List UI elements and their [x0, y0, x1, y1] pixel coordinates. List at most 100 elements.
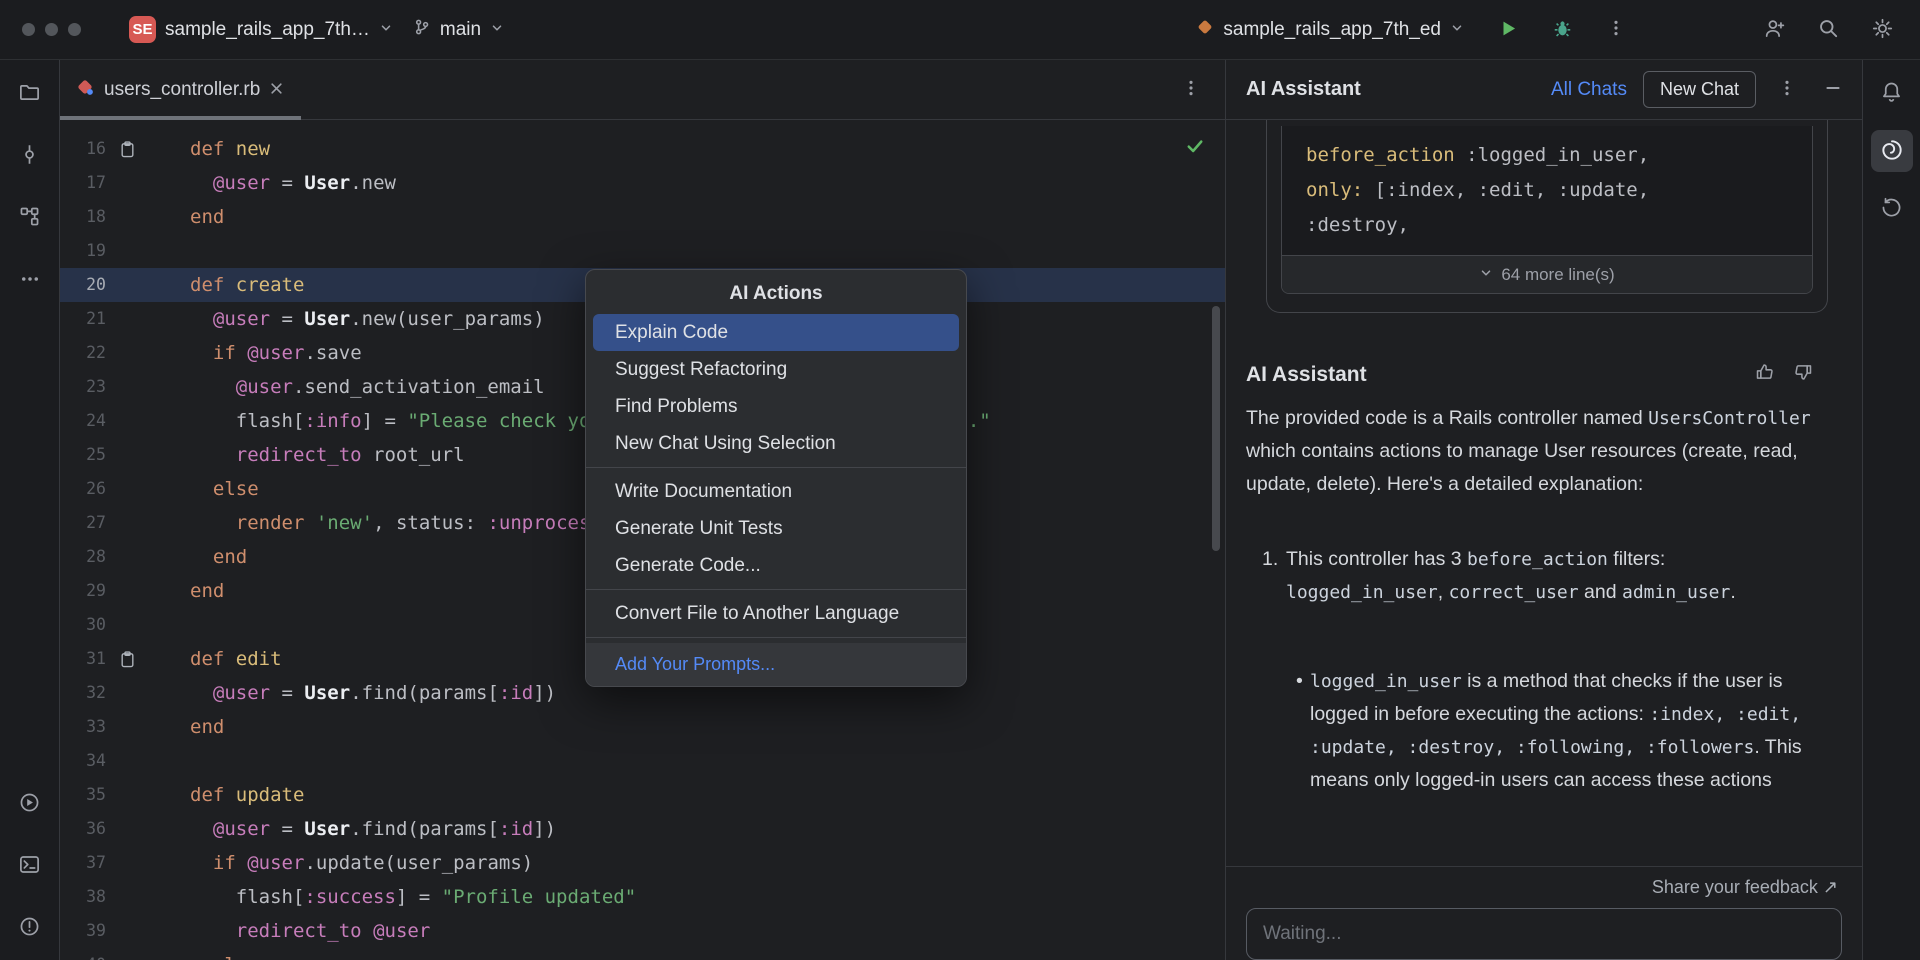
bell-icon	[1880, 80, 1903, 106]
code-line[interactable]: 18 end	[60, 200, 1225, 234]
panel-options-button[interactable]	[1772, 75, 1802, 105]
code-line[interactable]: 17 @user = User.new	[60, 166, 1225, 200]
structure-tool-button[interactable]	[10, 198, 50, 238]
branch-selector[interactable]: main	[403, 11, 514, 49]
line-number: 20	[60, 268, 106, 302]
menu-item-explain-code[interactable]: Explain Code	[593, 314, 959, 351]
bullet-item-text: logged_in_user is a method that checks i…	[1310, 665, 1830, 797]
project-tool-button[interactable]	[10, 74, 50, 114]
all-chats-link[interactable]: All Chats	[1551, 79, 1627, 101]
gutter: 31	[60, 642, 190, 676]
code-with-me-button[interactable]	[1754, 10, 1794, 50]
menu-item-generate-code[interactable]: Generate Code...	[593, 547, 959, 584]
commit-tool-button[interactable]	[10, 136, 50, 176]
settings-button[interactable]	[1862, 10, 1902, 50]
gutter: 16	[60, 132, 190, 166]
chat-input[interactable]: Waiting...	[1246, 908, 1842, 960]
new-chat-button[interactable]: New Chat	[1643, 71, 1756, 108]
inspection-ok-icon[interactable]	[1185, 136, 1205, 161]
editor-pane: users_controller.rb 16def new17 @user = …	[60, 60, 1225, 960]
menu-item-generate-unit-tests[interactable]: Generate Unit Tests	[593, 510, 959, 547]
clipboard-gutter-icon[interactable]	[106, 141, 148, 158]
code-line[interactable]: 16def new	[60, 132, 1225, 166]
code-text: if @user.update(user_params)	[190, 846, 1225, 880]
inline-code: logged_in_user	[1286, 582, 1438, 603]
run-tool-button[interactable]	[10, 784, 50, 824]
menu-item-add-your-prompts[interactable]: Add Your Prompts...	[586, 643, 966, 686]
thumbs-down-icon[interactable]	[1792, 361, 1814, 388]
menu-divider	[586, 589, 966, 590]
more-tool-windows-button[interactable]	[10, 260, 50, 300]
gutter: 30	[60, 608, 190, 642]
chevron-down-icon	[1450, 19, 1464, 41]
line-number: 21	[60, 302, 106, 336]
gutter: 26	[60, 472, 190, 506]
code-line[interactable]: 40 else	[60, 948, 1225, 960]
window-close-button[interactable]	[22, 23, 35, 36]
project-icon: SE	[129, 16, 156, 43]
bullet-marker: •	[1296, 665, 1310, 797]
left-activity-bar	[0, 60, 60, 960]
expand-code-button[interactable]: 64 more line(s)	[1282, 255, 1812, 293]
code-line[interactable]: 39 redirect_to @user	[60, 914, 1225, 948]
chat-code-line: before_action :logged_in_user,	[1306, 138, 1812, 173]
clipboard-gutter-icon[interactable]	[106, 651, 148, 668]
assistant-message-header: AI Assistant	[1246, 361, 1842, 388]
problems-icon	[18, 915, 41, 941]
close-icon[interactable]	[270, 79, 283, 101]
gutter: 22	[60, 336, 190, 370]
run-configuration-selector[interactable]: sample_rails_app_7th_ed	[1186, 11, 1474, 49]
menu-item-convert-file-to-another-language[interactable]: Convert File to Another Language	[593, 595, 959, 632]
terminal-tool-button[interactable]	[10, 846, 50, 886]
gutter: 29	[60, 574, 190, 608]
tab-options-button[interactable]	[1171, 70, 1211, 110]
editor-scrollbar[interactable]	[1212, 306, 1220, 551]
run-button[interactable]	[1488, 10, 1528, 50]
code-line[interactable]: 38 flash[:success] = "Profile updated"	[60, 880, 1225, 914]
gutter: 33	[60, 710, 190, 744]
inline-code: UsersController	[1648, 408, 1811, 429]
notifications-button[interactable]	[1871, 72, 1913, 114]
chat-code-block: before_action :logged_in_user,only: [:in…	[1281, 126, 1813, 294]
more-actions-button[interactable]	[1596, 10, 1636, 50]
history-tool-button[interactable]	[1871, 188, 1913, 230]
window-zoom-button[interactable]	[68, 23, 81, 36]
editor-tab-bar: users_controller.rb	[60, 60, 1225, 120]
line-number: 38	[60, 880, 106, 914]
line-number: 23	[60, 370, 106, 404]
line-number: 27	[60, 506, 106, 540]
thumbs-up-icon[interactable]	[1754, 361, 1776, 388]
menu-item-find-problems[interactable]: Find Problems	[593, 388, 959, 425]
search-everywhere-button[interactable]	[1808, 10, 1848, 50]
project-selector[interactable]: SE sample_rails_app_7th…	[119, 9, 403, 50]
menu-divider	[586, 467, 966, 468]
gutter: 19	[60, 234, 190, 268]
gutter: 25	[60, 438, 190, 472]
gutter: 32	[60, 676, 190, 710]
code-text: end	[190, 710, 1225, 744]
hide-panel-button[interactable]	[1818, 75, 1848, 105]
menu-item-suggest-refactoring[interactable]: Suggest Refactoring	[593, 351, 959, 388]
inline-code: logged_in_user	[1310, 671, 1462, 692]
chat-scroll-area[interactable]: before_action :logged_in_user,only: [:in…	[1226, 120, 1862, 866]
share-feedback-link[interactable]: Share your feedback ↗	[1246, 873, 1842, 908]
ai-assistant-tool-button[interactable]	[1871, 130, 1913, 172]
menu-item-write-documentation[interactable]: Write Documentation	[593, 473, 959, 510]
code-text: flash[:success] = "Profile updated"	[190, 880, 1225, 914]
code-line[interactable]: 35def update	[60, 778, 1225, 812]
line-number: 35	[60, 778, 106, 812]
code-text: end	[190, 200, 1225, 234]
tab-users-controller[interactable]: users_controller.rb	[60, 60, 301, 119]
code-line[interactable]: 36 @user = User.find(params[:id])	[60, 812, 1225, 846]
code-line[interactable]: 19	[60, 234, 1225, 268]
code-text: @user = User.new	[190, 166, 1225, 200]
code-line[interactable]: 33end	[60, 710, 1225, 744]
code-line[interactable]: 37 if @user.update(user_params)	[60, 846, 1225, 880]
chevron-down-icon	[1479, 265, 1493, 285]
problems-tool-button[interactable]	[10, 908, 50, 948]
menu-item-new-chat-using-selection[interactable]: New Chat Using Selection	[593, 425, 959, 462]
code-line[interactable]: 34	[60, 744, 1225, 778]
line-number: 18	[60, 200, 106, 234]
window-minimize-button[interactable]	[45, 23, 58, 36]
debug-button[interactable]	[1542, 10, 1582, 50]
